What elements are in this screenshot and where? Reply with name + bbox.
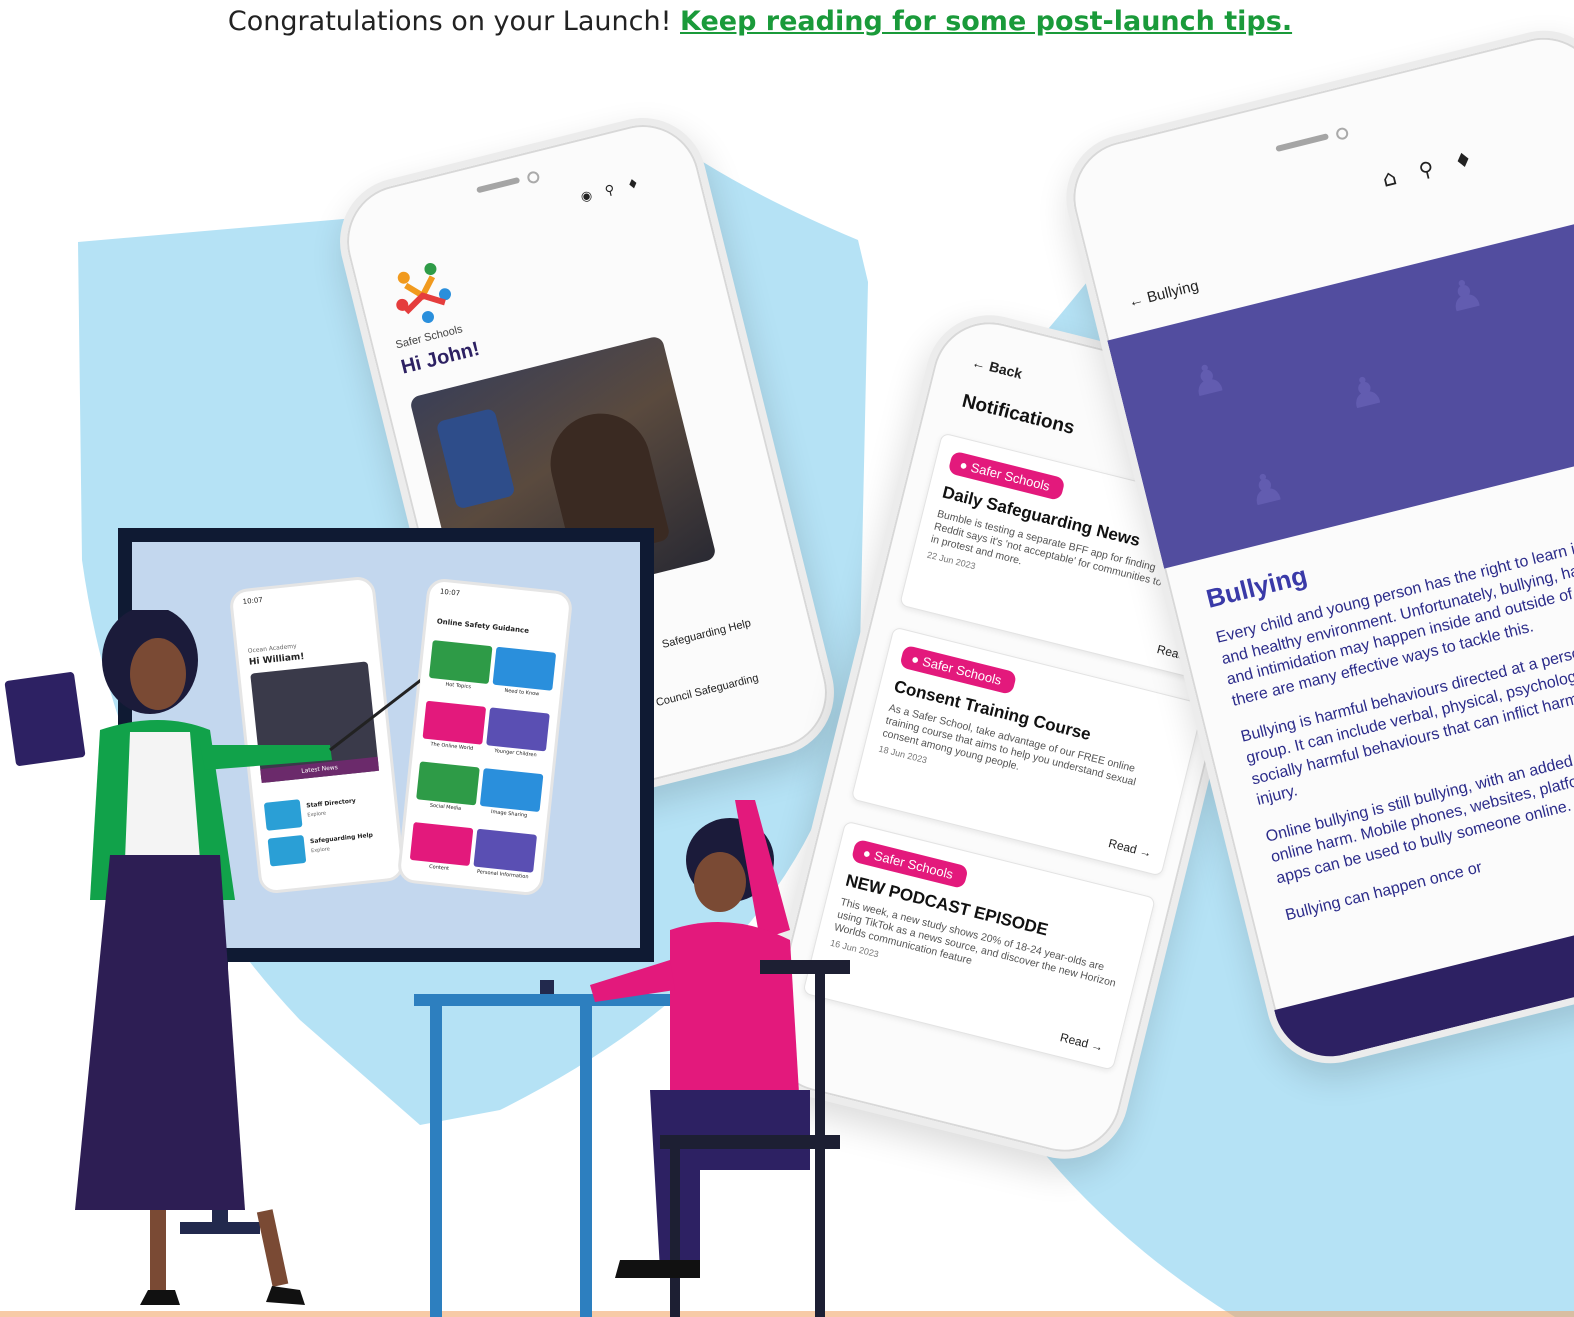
- guidance-tile[interactable]: Personal Information: [472, 822, 538, 885]
- bullying-header-banner: ♟ ♟ ♟ ♟: [1107, 209, 1574, 569]
- home-list-item[interactable]: Council Safeguarding: [655, 672, 760, 709]
- news-photo-seat: [435, 407, 516, 510]
- teacher-arm: [200, 745, 332, 770]
- mini-time: 10:07: [242, 595, 264, 607]
- guidance-tile-grid: Hot Topics Need to Know The Online World Yo…: [408, 633, 557, 885]
- student-shirt: [670, 922, 800, 1110]
- bullying-pattern-icon: ♟: [1243, 463, 1289, 517]
- guidance-tile-label: Younger Children: [494, 748, 537, 759]
- guidance-tile-icon: [473, 828, 538, 873]
- notification-tag-label: Safer Schools: [969, 459, 1052, 494]
- home-list-item[interactable]: Safeguarding Help: [661, 617, 752, 651]
- guidance-tile-icon: [416, 761, 480, 806]
- teacher-shoe: [140, 1290, 180, 1305]
- notification-tag-label: Safer Schools: [920, 653, 1004, 688]
- guidance-tile-icon: [486, 707, 550, 752]
- notification-tag-label: Safer Schools: [872, 847, 955, 882]
- teacher-skirt: [75, 855, 245, 1210]
- guidance-tile-label: Image Sharing: [490, 809, 528, 819]
- teacher-leg: [150, 1210, 166, 1292]
- guidance-tile-icon: [422, 700, 487, 745]
- home-icon[interactable]: ⌂: [1374, 163, 1406, 195]
- guidance-tile[interactable]: Younger Children: [485, 700, 551, 763]
- guidance-tile[interactable]: The Online World: [421, 694, 487, 757]
- guidance-tile-icon: [492, 646, 557, 691]
- bullying-pattern-icon: ♟: [1442, 269, 1488, 323]
- mini-guidance-title: Online Safety Guidance: [436, 617, 530, 635]
- teacher-shirt: [125, 732, 200, 860]
- guidance-tile-label: Hot Topics: [445, 681, 472, 691]
- back-label: Back: [987, 358, 1024, 382]
- search-icon[interactable]: ⚲: [599, 179, 621, 201]
- guidance-tile[interactable]: Image Sharing: [479, 761, 545, 824]
- student-arm: [590, 960, 675, 1002]
- speaker-grill: [1275, 133, 1330, 153]
- bullying-pattern-icon: ♟: [1342, 366, 1389, 420]
- guidance-tile[interactable]: Need to Know: [491, 640, 557, 703]
- guidance-tile[interactable]: Social Media: [415, 754, 481, 817]
- guidance-tile-label: The Online World: [430, 741, 474, 752]
- bullying-heading: Bullying: [1203, 559, 1310, 614]
- chair-back: [760, 960, 850, 974]
- front-camera: [1334, 126, 1350, 141]
- account-icon[interactable]: ◉: [576, 185, 598, 207]
- chair-seat: [660, 1135, 840, 1149]
- bell-icon[interactable]: ♦: [622, 174, 644, 196]
- teacher-illustration: [4, 610, 420, 1305]
- bullying-back-button[interactable]: ← Bullying: [1127, 277, 1201, 311]
- desk-leg: [430, 1006, 442, 1317]
- bullying-pattern-icon: ♟: [1184, 353, 1231, 408]
- guidance-tile[interactable]: Hot Topics: [428, 633, 494, 696]
- chair-leg: [815, 974, 825, 1317]
- front-camera: [526, 170, 541, 185]
- guidance-tile-label: Need to Know: [504, 687, 540, 698]
- bullying-back-label: Bullying: [1145, 277, 1201, 307]
- guidance-tile-icon: [428, 640, 493, 685]
- guidance-tile-label: Social Media: [429, 802, 462, 812]
- board-stand: [540, 980, 554, 994]
- search-icon[interactable]: ⚲: [1411, 154, 1443, 186]
- teacher-face: [130, 638, 186, 710]
- mini-time: 10:07: [439, 587, 461, 598]
- student-illustration: [590, 800, 850, 1317]
- read-label: Read: [1106, 836, 1139, 858]
- tablet: [4, 672, 86, 766]
- student-shoe: [615, 1260, 700, 1278]
- notifications-title: Notifications: [959, 390, 1077, 439]
- guidance-tile-icon: [479, 768, 544, 813]
- read-label: Read: [1058, 1030, 1090, 1052]
- teacher-shoe: [266, 1286, 305, 1305]
- back-button[interactable]: ← Back: [970, 354, 1024, 382]
- guidance-tile-label: Content: [428, 863, 450, 872]
- chair-leg: [670, 1149, 680, 1317]
- teacher-leg: [256, 1209, 289, 1287]
- student-face: [694, 852, 746, 912]
- pointer-stick: [329, 678, 420, 752]
- speaker-grill: [476, 176, 521, 194]
- bell-icon[interactable]: ♦: [1447, 144, 1479, 176]
- mini-guidance-phone: 10:07 Online Safety Guidance Hot Topics N…: [396, 577, 574, 897]
